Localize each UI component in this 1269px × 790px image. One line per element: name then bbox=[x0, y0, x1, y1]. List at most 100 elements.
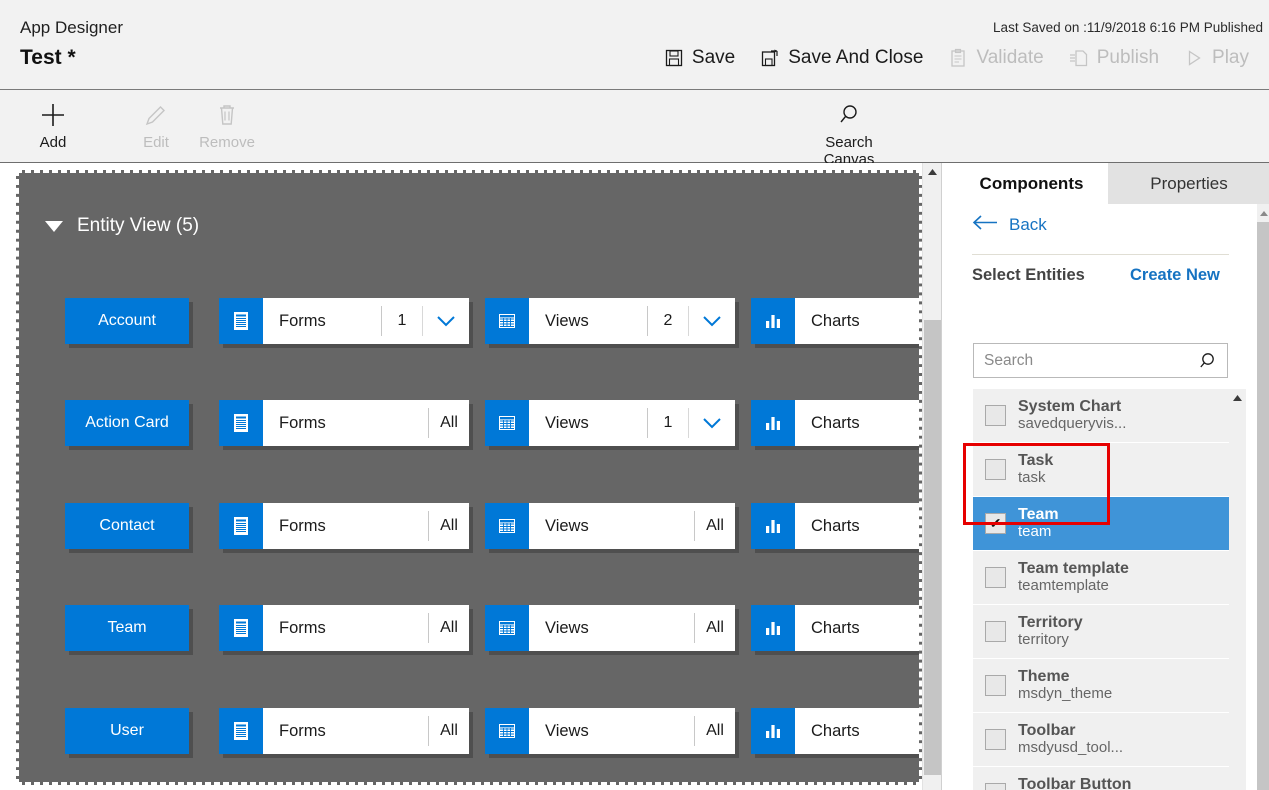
entity-checkbox[interactable] bbox=[985, 405, 1006, 426]
entity-row: Action Card Forms All Views 1 Charts bbox=[19, 400, 919, 446]
entity-button[interactable]: Account bbox=[65, 298, 189, 344]
views-tile[interactable]: Views All bbox=[485, 503, 735, 549]
tab-components[interactable]: Components bbox=[955, 163, 1108, 204]
canvas-scroll-thumb[interactable] bbox=[924, 320, 941, 775]
collapse-triangle-icon[interactable] bbox=[45, 220, 63, 232]
entity-checkbox[interactable] bbox=[985, 459, 1006, 480]
forms-tile[interactable]: Forms All bbox=[219, 708, 469, 754]
charts-tile[interactable]: Charts bbox=[751, 605, 919, 651]
entity-checkbox[interactable] bbox=[985, 675, 1006, 696]
entity-row: User Forms All Views All Charts bbox=[19, 708, 919, 754]
list-scroll-up-arrow-icon[interactable] bbox=[1229, 389, 1246, 407]
entity-list-item[interactable]: System Chart savedqueryvis... bbox=[973, 389, 1229, 443]
entity-button[interactable]: Contact bbox=[65, 503, 189, 549]
entity-list-item[interactable]: Task task bbox=[973, 443, 1229, 497]
entity-logical-name: teamtemplate bbox=[1018, 577, 1109, 595]
entity-list-item[interactable]: ✔ Team team bbox=[973, 497, 1229, 551]
entity-list[interactable]: System Chart savedqueryvis... Task task ✔ Tea… bbox=[973, 389, 1229, 790]
panel-scroll-up-arrow-icon[interactable] bbox=[1257, 204, 1269, 222]
entity-display-name: Toolbar Button bbox=[1018, 776, 1132, 790]
charts-tile[interactable]: Charts bbox=[751, 298, 919, 344]
views-tile-count: All bbox=[694, 716, 735, 746]
entity-text: Theme msdyn_theme bbox=[1018, 668, 1112, 703]
search-icon[interactable] bbox=[1199, 351, 1219, 376]
add-label: Add bbox=[39, 134, 67, 151]
charts-tile-label: Charts bbox=[811, 516, 860, 535]
tab-properties[interactable]: Properties bbox=[1108, 163, 1269, 204]
back-button[interactable]: Back bbox=[972, 215, 1047, 235]
entity-list-item[interactable]: Territory territory bbox=[973, 605, 1229, 659]
form-icon bbox=[219, 298, 263, 344]
entity-text: Team template teamtemplate bbox=[1018, 560, 1129, 595]
entity-button[interactable]: Team bbox=[65, 605, 189, 651]
add-button[interactable]: Add bbox=[8, 98, 98, 151]
entity-list-item[interactable]: Toolbar msdyusd_tool... bbox=[973, 713, 1229, 767]
entity-text: Task task bbox=[1018, 452, 1053, 487]
forms-tile[interactable]: Forms All bbox=[219, 503, 469, 549]
publish-button[interactable]: Publish bbox=[1056, 44, 1171, 72]
entity-list-scrollbar[interactable] bbox=[1229, 389, 1246, 790]
charts-tile[interactable]: Charts bbox=[751, 400, 919, 446]
entity-button-label: Action Card bbox=[85, 414, 169, 431]
chevron-down-icon[interactable] bbox=[422, 306, 469, 336]
entity-view-section-header[interactable]: Entity View (5) bbox=[45, 215, 199, 237]
publish-label: Publish bbox=[1096, 47, 1160, 68]
charts-tile[interactable]: Charts bbox=[751, 708, 919, 754]
entity-search-box[interactable] bbox=[973, 343, 1228, 378]
trash-icon bbox=[157, 98, 297, 132]
remove-label: Remove bbox=[199, 134, 255, 151]
entity-logical-name: msdyusd_tool... bbox=[1018, 739, 1124, 757]
form-icon bbox=[219, 400, 263, 446]
save-button[interactable]: Save bbox=[651, 44, 747, 72]
entity-checkbox[interactable] bbox=[985, 567, 1006, 588]
chevron-down-icon[interactable] bbox=[688, 306, 735, 336]
forms-tile-count: All bbox=[428, 511, 469, 541]
entity-text: Team team bbox=[1018, 506, 1059, 541]
forms-tile-count: All bbox=[428, 716, 469, 746]
entity-text: Toolbar Buttonmsdyusd_tool... bbox=[1018, 776, 1131, 790]
views-tile[interactable]: Views All bbox=[485, 605, 735, 651]
grid-icon bbox=[485, 503, 529, 549]
views-tile[interactable]: Views All bbox=[485, 708, 735, 754]
forms-tile[interactable]: Forms 1 bbox=[219, 298, 469, 344]
entity-checkbox[interactable] bbox=[985, 621, 1006, 642]
create-new-link[interactable]: Create New bbox=[1130, 266, 1220, 285]
entity-checkbox[interactable] bbox=[985, 729, 1006, 750]
search-canvas-button[interactable]: Search Canvas bbox=[803, 98, 895, 168]
remove-button[interactable]: Remove bbox=[157, 98, 297, 151]
panel-scroll-thumb[interactable] bbox=[1257, 222, 1269, 790]
entity-checkbox[interactable] bbox=[985, 783, 1006, 790]
scroll-up-arrow-icon[interactable] bbox=[923, 163, 941, 181]
forms-tile[interactable]: Forms All bbox=[219, 605, 469, 651]
entity-button[interactable]: Action Card bbox=[65, 400, 189, 446]
panel-divider bbox=[972, 254, 1229, 255]
publish-icon bbox=[1068, 47, 1090, 69]
entity-list-item[interactable]: Team template teamtemplate bbox=[973, 551, 1229, 605]
designer-canvas[interactable]: Entity View (5) Account Forms 1 Views 2 Chart… bbox=[16, 170, 922, 785]
forms-tile-label: Forms bbox=[279, 618, 326, 637]
chevron-down-icon[interactable] bbox=[688, 408, 735, 438]
play-icon bbox=[1183, 47, 1205, 69]
entity-button[interactable]: User bbox=[65, 708, 189, 754]
entity-display-name: Team template bbox=[1018, 560, 1129, 578]
play-button[interactable]: Play bbox=[1171, 44, 1261, 72]
entity-checkbox[interactable]: ✔ bbox=[985, 513, 1006, 534]
entity-text: Toolbar msdyusd_tool... bbox=[1018, 722, 1123, 757]
charts-tile[interactable]: Charts bbox=[751, 503, 919, 549]
bar-chart-icon bbox=[751, 708, 795, 754]
search-input[interactable] bbox=[974, 344, 1192, 377]
views-tile[interactable]: Views 2 bbox=[485, 298, 735, 344]
bar-chart-icon bbox=[751, 605, 795, 651]
validate-button[interactable]: Validate bbox=[935, 44, 1055, 72]
views-tile[interactable]: Views 1 bbox=[485, 400, 735, 446]
right-panel: Components Properties Back Select Entiti… bbox=[941, 163, 1269, 790]
back-label: Back bbox=[1009, 215, 1047, 234]
entity-list-item[interactable]: Theme msdyn_theme bbox=[973, 659, 1229, 713]
entity-list-item[interactable]: Toolbar Buttonmsdyusd_tool... bbox=[973, 767, 1229, 790]
save-and-close-button[interactable]: Save And Close bbox=[747, 44, 935, 72]
panel-vertical-scrollbar[interactable] bbox=[1257, 204, 1269, 790]
canvas-vertical-scrollbar[interactable] bbox=[922, 163, 941, 790]
select-entities-title: Select Entities bbox=[972, 266, 1085, 284]
forms-tile[interactable]: Forms All bbox=[219, 400, 469, 446]
charts-tile-label: Charts bbox=[811, 721, 860, 740]
